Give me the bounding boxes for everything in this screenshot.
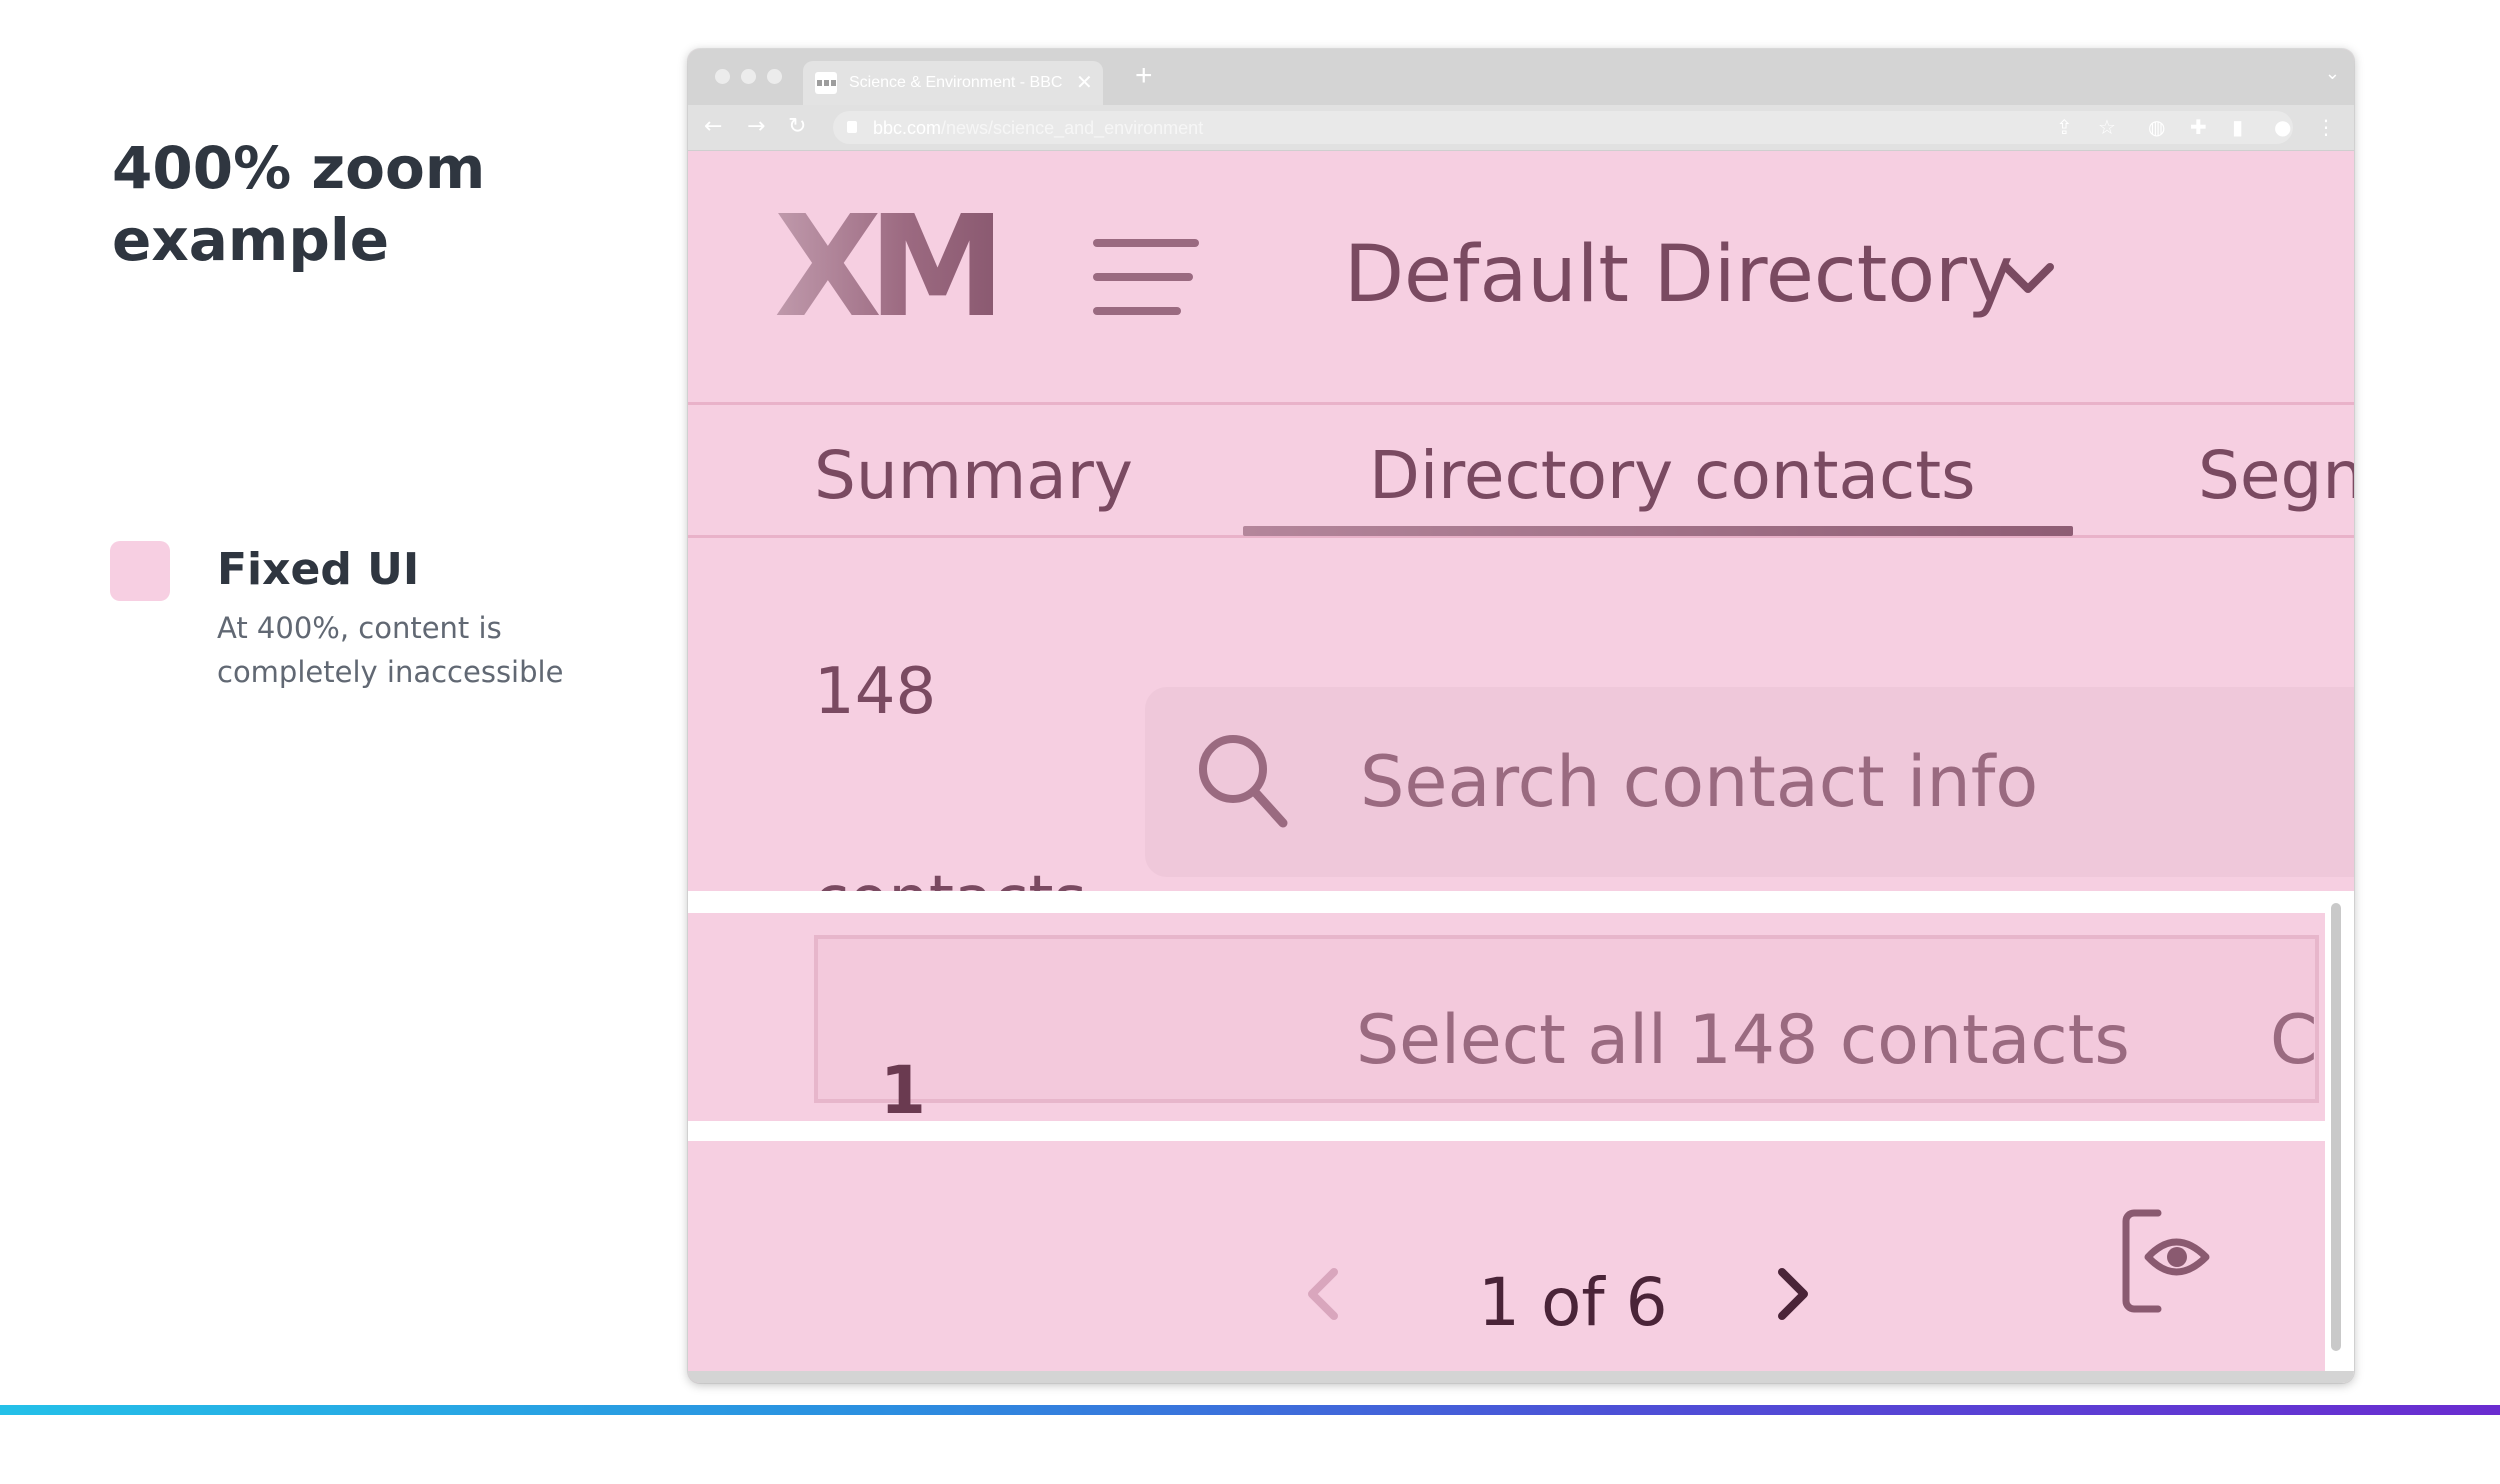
browser-tab[interactable]: Science & Environment - BBC News ✕	[803, 61, 1103, 105]
search-field[interactable]	[1145, 687, 2354, 877]
reload-icon[interactable]: ↻	[788, 114, 806, 140]
bookmark-star-icon[interactable]: ☆	[2098, 115, 2116, 139]
forward-icon[interactable]: →	[747, 114, 765, 140]
new-tab-icon[interactable]: +	[1135, 61, 1153, 91]
window-close-dot[interactable]	[715, 69, 730, 84]
browser-toolbar: ← → ↻ bbc.com/news/science_and_environme…	[688, 105, 2354, 151]
address-url: bbc.com/news/science_and_environment	[873, 118, 1204, 138]
clear-selection-link[interactable]: C	[2270, 993, 2326, 1089]
slide-heading: 400% zoom example	[112, 134, 486, 274]
browser-tab-bar: Science & Environment - BBC News ✕ + ⌄	[688, 49, 2354, 105]
legend-description: At 400%, content is completely inaccessi…	[217, 611, 564, 689]
tab-summary[interactable]: Summary	[814, 431, 1133, 521]
active-tab-indicator	[1243, 526, 2073, 536]
window-maximize-dot[interactable]	[767, 69, 782, 84]
vertical-scrollbar[interactable]	[2325, 891, 2354, 1383]
puzzle-icon[interactable]: ✚	[2190, 115, 2207, 139]
back-icon[interactable]: ←	[704, 114, 722, 140]
hamburger-menu-icon[interactable]	[1093, 239, 1199, 315]
extension-icon[interactable]: ◍	[2148, 115, 2165, 139]
page-content: XM Default Directory Summary Directory c…	[688, 151, 2354, 1383]
chevron-left-icon[interactable]	[1300, 1264, 1344, 1324]
page-indicator: 1 of 6	[1478, 1264, 1668, 1341]
vertical-scrollbar-thumb[interactable]	[2331, 903, 2341, 1351]
sidebar-icon[interactable]: ▮	[2232, 115, 2243, 139]
chevron-right-icon[interactable]	[1772, 1264, 1816, 1324]
tab-close-icon[interactable]: ✕	[1076, 69, 1093, 95]
tab-search-chevron-icon[interactable]: ⌄	[2325, 63, 2340, 84]
window-minimize-dot[interactable]	[741, 69, 756, 84]
accent-gradient-line	[0, 1405, 2500, 1415]
address-bar[interactable]: bbc.com/news/science_and_environment	[833, 111, 2293, 144]
contact-preview-eye-icon[interactable]	[2118, 1209, 2218, 1315]
bbc-favicon-icon	[815, 72, 837, 94]
window-bottom-edge	[688, 1371, 2354, 1383]
app-header: XM Default Directory	[688, 151, 2354, 405]
xm-logo[interactable]: XM	[774, 198, 1007, 338]
legend-swatch	[110, 541, 170, 601]
more-icon[interactable]: ⋮	[2316, 115, 2336, 139]
legend-title: Fixed UI	[217, 544, 420, 595]
chevron-down-icon[interactable]	[1998, 259, 2058, 299]
profile-icon[interactable]: ●	[2274, 115, 2291, 139]
directory-selector[interactable]: Default Directory	[1344, 223, 2013, 327]
share-icon[interactable]: ⇪	[2056, 115, 2073, 139]
select-all-link[interactable]: Select all 148 contacts	[1356, 993, 2130, 1089]
lock-icon	[847, 121, 857, 133]
browser-window: Science & Environment - BBC News ✕ + ⌄ ←…	[688, 49, 2354, 1383]
tab-segments[interactable]: Segn	[2198, 431, 2354, 521]
slide: 400% zoom example Fixed UI At 400%, cont…	[0, 0, 2500, 1484]
search-icon	[1199, 735, 1288, 828]
directory-tabs: Summary Directory contacts Segn	[688, 405, 2354, 538]
search-input[interactable]	[1360, 727, 2320, 837]
browser-tab-title: Science & Environment - BBC News	[849, 74, 1065, 91]
tab-directory-contacts[interactable]: Directory contacts	[1369, 431, 1976, 521]
